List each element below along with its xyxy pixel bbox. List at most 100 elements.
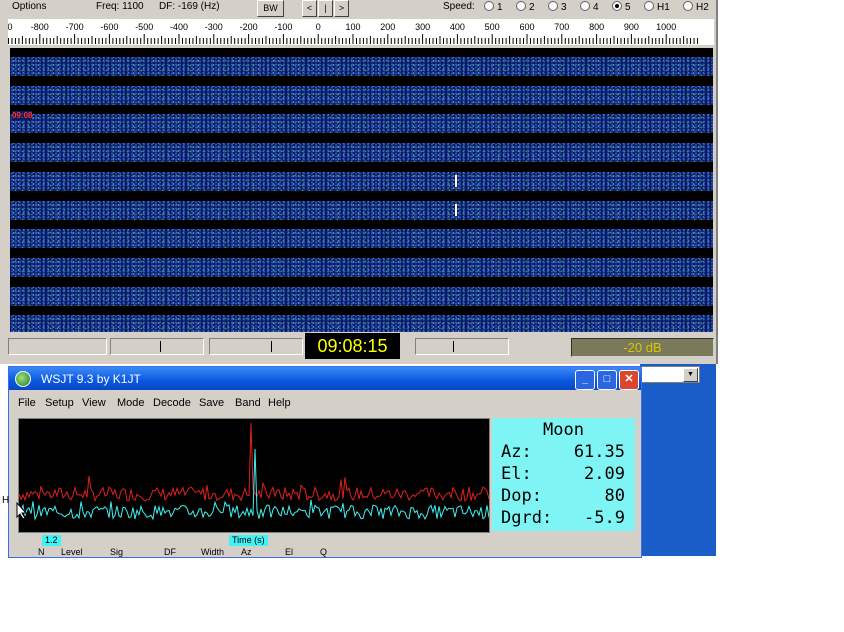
background-dropdown[interactable]: ▼	[640, 366, 700, 383]
col-width: Width	[201, 547, 225, 557]
col-n: N	[38, 547, 45, 557]
menu-decode[interactable]: Decode	[153, 397, 191, 409]
col-el: El	[285, 547, 294, 557]
scale-label: 400	[450, 22, 465, 32]
scale-label: -700	[66, 22, 84, 32]
menu-band[interactable]: Band	[235, 397, 261, 409]
close-button[interactable]: ✕	[619, 370, 639, 390]
scale-label: 500	[485, 22, 500, 32]
scale-label: 700	[554, 22, 569, 32]
wsjt-main-window: WSJT 9.3 by K1JT _ □ ✕ File Setup View M…	[8, 366, 642, 558]
minimize-button[interactable]: _	[575, 370, 595, 390]
scale-label: 900	[624, 22, 639, 32]
speed-radio-1[interactable]: 1	[484, 1, 503, 13]
scale-label: -300	[205, 22, 223, 32]
speed-radio-h1[interactable]: H1	[644, 1, 670, 13]
spectrum-plot-svg	[18, 422, 490, 521]
center-button[interactable]: |	[318, 0, 333, 17]
col-df: DF	[164, 547, 176, 557]
scale-label: -200	[240, 22, 258, 32]
col-q: Q	[320, 547, 328, 557]
contrast-slider[interactable]	[209, 338, 303, 355]
menu-setup[interactable]: Setup	[45, 397, 74, 409]
moon-info-panel: Moon Az: 61.35 El: 2.09 Dop: 80 Dgrd: -5…	[492, 418, 635, 531]
moon-el-value: 2.09	[584, 464, 625, 484]
col-sig: Sig	[110, 547, 124, 557]
speed-radio-h2[interactable]: H2	[683, 1, 709, 13]
moon-dop-value: 80	[604, 486, 625, 506]
waterfall-time-marker: 09:08	[12, 111, 33, 120]
menu-bar: File Setup View Mode Decode Save Band He…	[9, 394, 641, 412]
app-globe-icon	[15, 371, 31, 387]
menu-help[interactable]: Help	[268, 397, 291, 409]
scale-label: 900	[8, 22, 13, 32]
waterfall-band	[10, 143, 713, 163]
waterfall-band	[10, 200, 713, 220]
window-edge-letter: H	[2, 495, 10, 506]
spectrum-trace	[18, 448, 490, 521]
waterfall-band	[10, 85, 713, 105]
speed-radio-5[interactable]: 5	[612, 1, 631, 13]
waterfall-band	[10, 257, 713, 277]
scale-label: 600	[519, 22, 534, 32]
menu-file[interactable]: File	[18, 397, 36, 409]
moon-title: Moon	[543, 420, 584, 440]
gain-slider[interactable]	[415, 338, 509, 355]
window-title: WSJT 9.3 by K1JT	[41, 372, 141, 386]
menu-save[interactable]: Save	[199, 397, 224, 409]
scale-label: 800	[589, 22, 604, 32]
moon-az-value: 61.35	[573, 442, 625, 462]
scale-label: -600	[100, 22, 118, 32]
title-bar[interactable]: WSJT 9.3 by K1JT _ □ ✕	[9, 367, 641, 390]
speed-label: Speed:	[443, 1, 475, 12]
waterfall-band	[10, 286, 713, 306]
frequency-scale: 900 -800 -700 -600 -500 -400 -300 -200 -100 0 100 2…	[8, 19, 714, 45]
waterfall-signal-trace	[455, 174, 457, 187]
scale-label: 300	[415, 22, 430, 32]
moon-dgrd-label: Dgrd:	[501, 508, 553, 528]
freq-readout: Freq: 1100	[96, 1, 144, 12]
speed-radio-3[interactable]: 3	[548, 1, 567, 13]
time-axis-label: Time (s)	[229, 535, 268, 546]
menu-mode[interactable]: Mode	[117, 397, 145, 409]
col-az: Az	[241, 547, 252, 557]
scale-label: 0	[316, 22, 321, 32]
next-button[interactable]: >	[334, 0, 349, 17]
scale-label: 1000	[656, 22, 676, 32]
waterfall-band	[10, 57, 713, 76]
menu-view[interactable]: View	[82, 397, 106, 409]
status-field-left	[8, 338, 107, 355]
spectrum-plot[interactable]	[18, 418, 490, 533]
waterfall-display[interactable]: 09:08	[10, 48, 713, 335]
waterfall-band	[10, 229, 713, 249]
value-tag: 1.2	[42, 535, 61, 546]
prev-button[interactable]: <	[302, 0, 317, 17]
scale-label: -400	[170, 22, 188, 32]
df-readout: DF: -169 (Hz)	[159, 1, 220, 12]
bw-button[interactable]: BW	[257, 0, 284, 17]
bottom-info-row: 1.2 Time (s) N Level Sig DF Width Az El …	[9, 535, 641, 557]
speed-radio-4[interactable]: 4	[580, 1, 599, 13]
moon-dop-label: Dop:	[501, 486, 542, 506]
chevron-down-icon[interactable]: ▼	[683, 368, 698, 382]
waterfall-toolbar: Options Freq: 1100 DF: -169 (Hz) BW < | …	[0, 0, 716, 17]
scale-label: -500	[135, 22, 153, 32]
signal-level-indicator: -20 dB	[571, 338, 714, 357]
waterfall-band	[10, 114, 713, 134]
options-menu[interactable]: Options	[12, 1, 46, 12]
scale-label: -100	[274, 22, 292, 32]
frequency-scale-svg: 900 -800 -700 -600 -500 -400 -300 -200 -100 0 100 2…	[8, 22, 699, 44]
waterfall-window: Options Freq: 1100 DF: -169 (Hz) BW < | …	[0, 0, 718, 364]
moon-el-label: El:	[501, 464, 532, 484]
moon-az-label: Az:	[501, 442, 532, 462]
col-level: Level	[61, 547, 83, 557]
maximize-button[interactable]: □	[597, 370, 617, 390]
speed-radio-2[interactable]: 2	[516, 1, 535, 13]
scale-label: 100	[345, 22, 360, 32]
moon-dgrd-value: -5.9	[584, 508, 625, 528]
desktop-background	[640, 364, 716, 556]
scale-label: 200	[380, 22, 395, 32]
waterfall-band	[10, 171, 713, 191]
brightness-slider[interactable]	[110, 338, 204, 355]
mouse-pointer-icon	[16, 502, 28, 520]
